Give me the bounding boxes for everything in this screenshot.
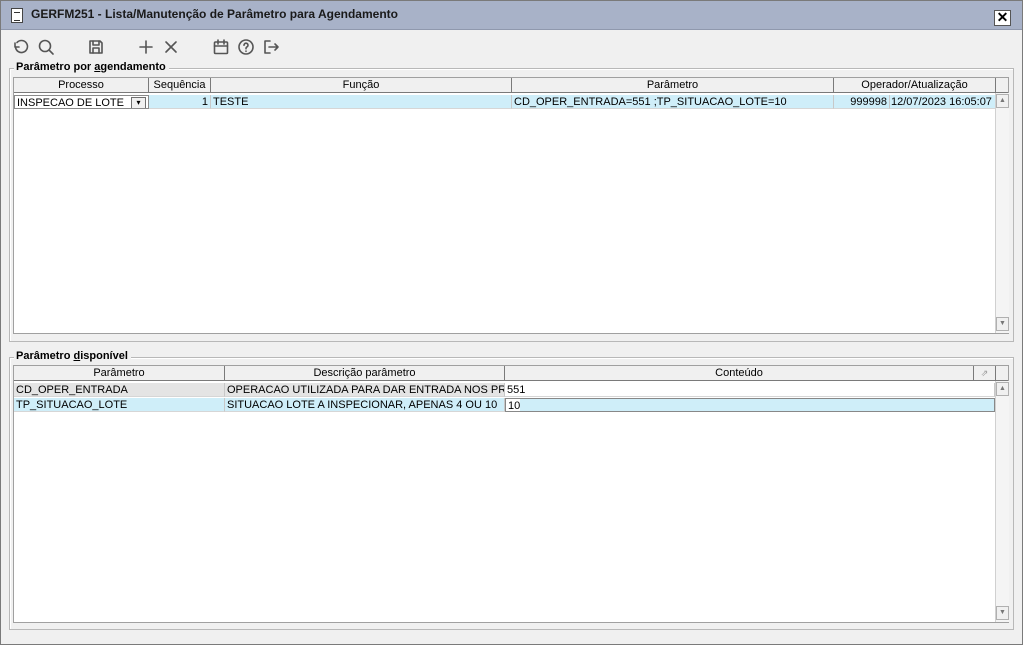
disponivel-table: Parâmetro Descrição parâmetro Conteúdo ⇗… — [13, 365, 1009, 623]
window-title: GERFM251 - Lista/Manutenção de Parâmetro… — [31, 7, 398, 21]
col-header-processo[interactable]: Processo — [14, 78, 149, 93]
conteudo-input-value: 10 — [508, 400, 521, 412]
exit-icon — [264, 40, 279, 54]
col-header-parametro-disp[interactable]: Parâmetro — [14, 366, 225, 381]
chevron-down-icon[interactable]: ▾ — [131, 97, 146, 108]
scroll-down-icon[interactable]: ▼ — [996, 317, 1009, 331]
scroll-down-icon[interactable]: ▼ — [996, 606, 1009, 620]
col-header-sequencia[interactable]: Sequência — [149, 78, 211, 93]
col-header-funcao[interactable]: Função — [211, 78, 512, 93]
col-header-conteudo[interactable]: Conteúdo — [505, 366, 974, 381]
col-header-parametro[interactable]: Parâmetro — [512, 78, 834, 93]
search-icon — [38, 39, 54, 55]
scroll-up-icon[interactable]: ▲ — [996, 94, 1009, 108]
funcao-cell[interactable]: TESTE — [211, 95, 512, 109]
calendar-icon — [213, 39, 229, 55]
processo-value: INSPECAO DE LOTE — [17, 97, 124, 109]
operador-cell[interactable]: 999998 — [834, 95, 890, 109]
disponivel-legend: Parâmetro disponível — [14, 350, 131, 362]
close-button[interactable]: ✕ — [994, 10, 1011, 26]
conteudo-cell[interactable]: 551 — [505, 383, 995, 397]
toolbar — [1, 30, 1022, 62]
add-button[interactable] — [136, 37, 156, 57]
undo-button[interactable] — [10, 37, 30, 57]
descricao-cell[interactable]: OPERACAO UTILIZADA PARA DAR ENTRADA NOS … — [225, 383, 505, 397]
title-bar: GERFM251 - Lista/Manutenção de Parâmetro… — [1, 1, 1022, 30]
atualizacao-cell[interactable]: 12/07/2023 16:05:07 — [890, 95, 996, 109]
delete-button[interactable] — [161, 37, 181, 57]
exit-button[interactable] — [261, 37, 281, 57]
col-header-filler — [996, 78, 1008, 93]
col-header-filler — [996, 366, 1008, 381]
calendar-button[interactable] — [211, 37, 231, 57]
agendamento-scrollbar[interactable]: ▲ ▼ — [995, 93, 1009, 333]
descricao-cell[interactable]: SITUACAO LOTE A INSPECIONAR, APENAS 4 OU… — [225, 398, 505, 412]
main-window: GERFM251 - Lista/Manutenção de Parâmetro… — [0, 0, 1023, 645]
save-button[interactable] — [86, 37, 106, 57]
column-chooser-icon[interactable]: ⇗ — [974, 366, 996, 381]
processo-combobox[interactable]: INSPECAO DE LOTE ▾ — [14, 95, 149, 109]
scroll-up-icon[interactable]: ▲ — [996, 382, 1009, 396]
parametro-disp-cell[interactable]: CD_OPER_ENTRADA — [14, 383, 225, 397]
save-icon — [89, 40, 103, 54]
selected-row-highlight — [520, 399, 994, 411]
conteudo-input[interactable]: 10 — [505, 398, 995, 412]
search-button[interactable] — [36, 37, 56, 57]
sequencia-cell[interactable]: 1 — [149, 95, 211, 109]
help-button[interactable] — [236, 37, 256, 57]
parametro-disp-cell[interactable]: TP_SITUACAO_LOTE — [14, 398, 225, 412]
document-icon — [11, 8, 23, 23]
col-header-descricao[interactable]: Descrição parâmetro — [225, 366, 505, 381]
help-icon — [238, 39, 254, 55]
agendamento-table: Processo Sequência Função Parâmetro Oper… — [13, 77, 1009, 334]
disponivel-scrollbar[interactable]: ▲ ▼ — [995, 381, 1009, 622]
agendamento-legend: Parâmetro por agendamento — [14, 61, 169, 73]
add-icon — [139, 40, 153, 54]
parametro-cell[interactable]: CD_OPER_ENTRADA=551 ;TP_SITUACAO_LOTE=10 — [512, 95, 834, 109]
undo-icon — [14, 39, 29, 54]
delete-icon — [165, 41, 177, 53]
col-header-operador-atualizacao[interactable]: Operador/Atualização — [834, 78, 996, 93]
